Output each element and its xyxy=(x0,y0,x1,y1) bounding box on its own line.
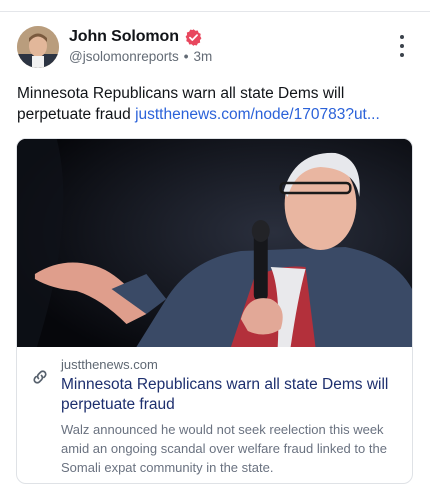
post-header: John Solomon @jsolomonreports • 3m xyxy=(17,26,212,68)
meta-row: @jsolomonreports • 3m xyxy=(69,49,212,64)
card-image xyxy=(17,139,412,347)
divider xyxy=(0,11,430,12)
avatar[interactable] xyxy=(17,26,59,68)
link-icon xyxy=(31,368,49,386)
separator: • xyxy=(183,49,189,64)
card-domain: justthenews.com xyxy=(61,357,158,372)
author-name[interactable]: John Solomon xyxy=(69,28,179,46)
card-body: justthenews.com Minnesota Republicans wa… xyxy=(17,347,412,477)
post-time[interactable]: 3m xyxy=(193,49,212,64)
more-options-button[interactable] xyxy=(394,35,410,57)
more-dot xyxy=(400,44,404,48)
card-description: Walz announced he would not seek reelect… xyxy=(61,422,387,475)
post-link[interactable]: justthenews.com/node/170783?ut... xyxy=(135,106,380,123)
post: John Solomon @jsolomonreports • 3m Minne… xyxy=(0,0,430,500)
author-info: John Solomon @jsolomonreports • 3m xyxy=(69,27,212,64)
author-handle[interactable]: @jsolomonreports xyxy=(69,49,179,64)
link-preview-card[interactable]: justthenews.com Minnesota Republicans wa… xyxy=(16,138,413,484)
name-row: John Solomon xyxy=(69,27,212,47)
more-dot xyxy=(400,53,404,57)
card-title[interactable]: Minnesota Republicans warn all state Dem… xyxy=(61,375,400,415)
verified-badge-icon xyxy=(184,28,203,47)
post-text: Minnesota Republicans warn all state Dem… xyxy=(17,83,415,125)
more-vertical-icon xyxy=(400,35,404,39)
